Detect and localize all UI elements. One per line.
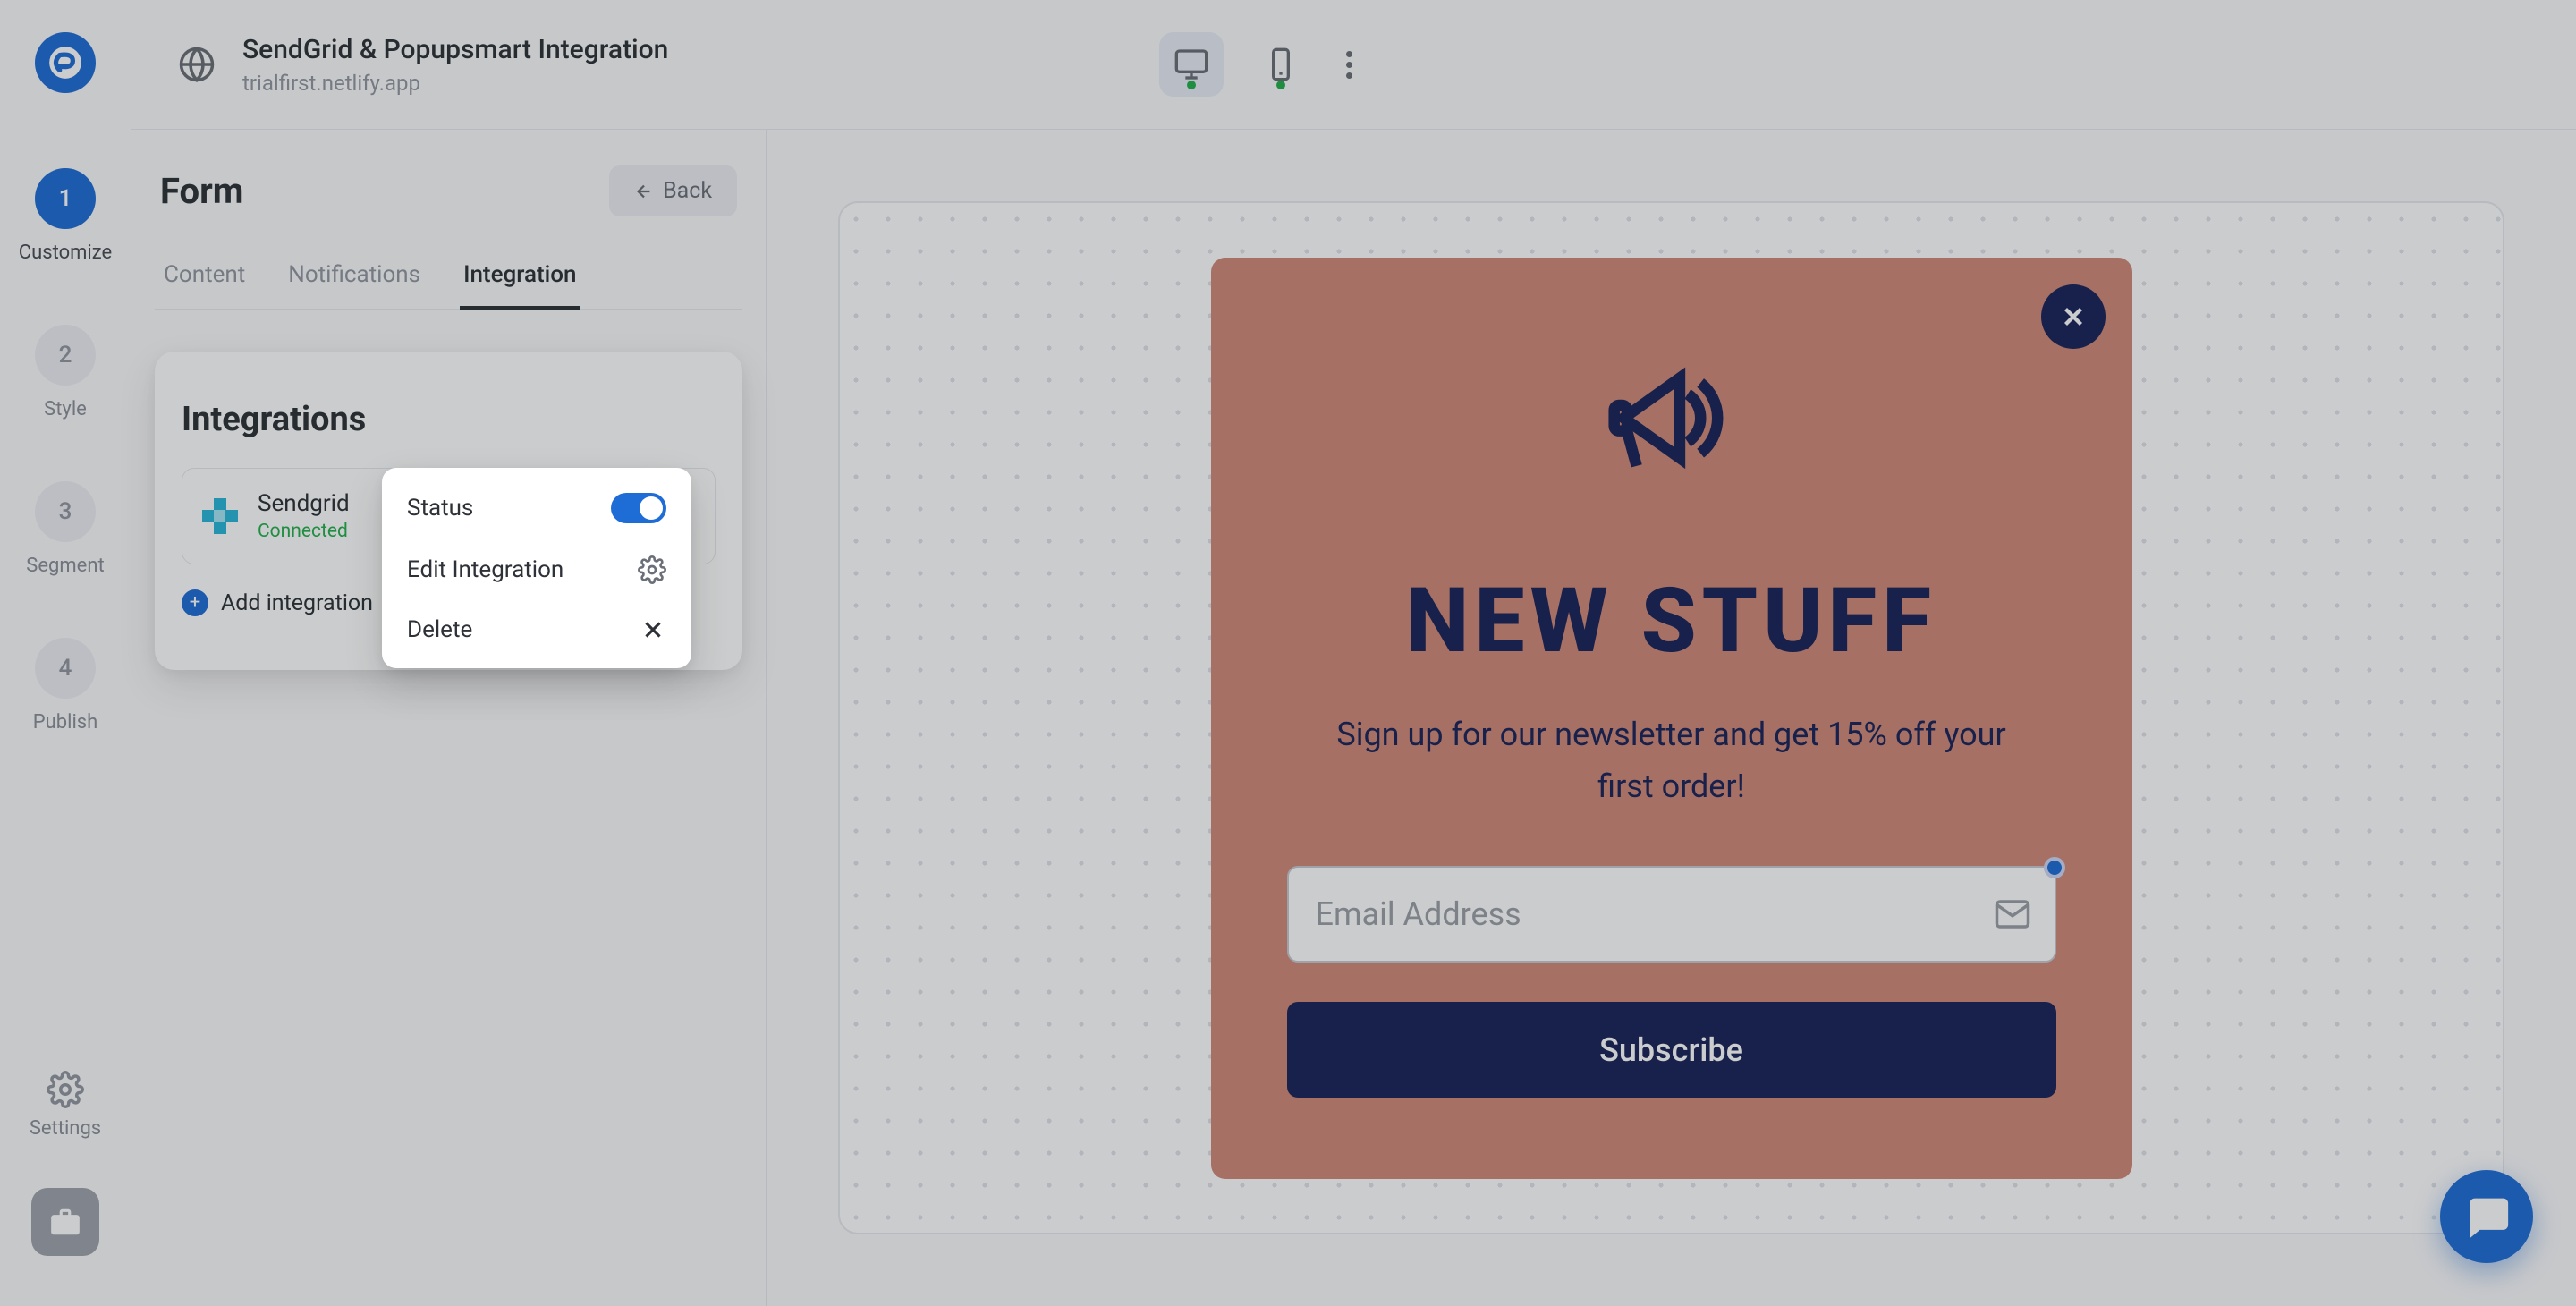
step-segment[interactable]: 3 Segment: [26, 481, 104, 577]
step-customize[interactable]: 1 Customize: [19, 168, 112, 264]
popup: NEW STUFF Sign up for our newsletter and…: [1211, 258, 2132, 1179]
back-button[interactable]: Back: [609, 165, 737, 216]
gear-icon: [638, 555, 666, 584]
tab-notifications[interactable]: Notifications: [284, 250, 424, 310]
integration-dropdown: Status Edit Integration Delete: [382, 468, 691, 668]
step-label: Segment: [26, 555, 104, 577]
megaphone-icon: [1587, 338, 1757, 498]
email-input[interactable]: [1287, 866, 2056, 963]
tab-content[interactable]: Content: [160, 250, 249, 310]
mobile-icon: [1263, 47, 1299, 82]
gear-icon: [47, 1071, 84, 1108]
step-badge: 2: [35, 325, 96, 386]
integration-name: Sendgrid: [258, 490, 350, 517]
step-badge: 3: [35, 481, 96, 542]
logo-icon: [47, 44, 84, 81]
mail-icon: [1994, 895, 2031, 933]
popup-close-button[interactable]: [2041, 284, 2106, 349]
integration-status: Connected: [258, 521, 350, 542]
globe-icon: [178, 46, 216, 83]
tab-integration[interactable]: Integration: [460, 250, 580, 310]
step-label: Publish: [33, 711, 98, 734]
dropdown-delete[interactable]: Delete: [382, 600, 691, 659]
dropdown-status[interactable]: Status: [382, 477, 691, 539]
dropdown-status-label: Status: [407, 495, 473, 522]
canvas: NEW STUFF Sign up for our newsletter and…: [767, 130, 2576, 1306]
step-style[interactable]: 2 Style: [35, 325, 96, 420]
close-icon: [640, 616, 666, 643]
close-icon: [2058, 301, 2089, 332]
back-label: Back: [663, 178, 712, 204]
status-dot: [1187, 81, 1196, 89]
popup-subhead: Sign up for our newsletter and get 15% o…: [1314, 709, 2029, 812]
step-badge: 1: [35, 168, 96, 229]
status-toggle[interactable]: [611, 493, 666, 523]
step-label: Customize: [19, 242, 112, 264]
plus-icon: +: [182, 589, 208, 616]
popup-headline: NEW STUFF: [1406, 569, 1936, 674]
left-rail: 1 Customize 2 Style 3 Segment 4 Publish …: [0, 0, 131, 1306]
dropdown-edit[interactable]: Edit Integration: [382, 539, 691, 600]
desktop-device-button[interactable]: [1159, 32, 1224, 97]
topbar: SendGrid & Popupsmart Integration trialf…: [131, 0, 2576, 130]
page-subtitle: trialfirst.netlify.app: [242, 71, 668, 96]
page-title: SendGrid & Popupsmart Integration: [242, 34, 668, 65]
more-menu-button[interactable]: [1338, 51, 1360, 79]
card-title: Integrations: [182, 400, 716, 439]
account-button[interactable]: [31, 1188, 99, 1256]
subscribe-button[interactable]: Subscribe: [1287, 1002, 2056, 1098]
mobile-device-button[interactable]: [1249, 32, 1313, 97]
dropdown-delete-label: Delete: [407, 616, 472, 643]
status-dot: [1276, 81, 1285, 89]
sendgrid-icon: [202, 498, 238, 534]
briefcase-icon: [48, 1205, 82, 1239]
panel-title: Form: [160, 170, 243, 212]
step-label: Style: [44, 398, 87, 420]
tabs: Content Notifications Integration: [155, 250, 742, 310]
intercom-button[interactable]: [2440, 1170, 2533, 1263]
step-badge: 4: [35, 638, 96, 699]
dropdown-edit-label: Edit Integration: [407, 556, 564, 583]
settings-button[interactable]: Settings: [30, 1071, 101, 1140]
desktop-icon: [1174, 47, 1209, 82]
side-panel: Form Back Content Notifications Integrat…: [131, 130, 767, 1306]
add-integration-label: Add integration: [221, 590, 373, 616]
selection-indicator: [2044, 857, 2065, 878]
arrow-left-icon: [634, 182, 654, 201]
logo[interactable]: [35, 32, 96, 93]
preview-stage: NEW STUFF Sign up for our newsletter and…: [838, 201, 2504, 1234]
step-publish[interactable]: 4 Publish: [33, 638, 98, 734]
email-input-wrap: [1287, 866, 2056, 963]
chat-icon: [2463, 1193, 2510, 1240]
settings-label: Settings: [30, 1117, 101, 1140]
